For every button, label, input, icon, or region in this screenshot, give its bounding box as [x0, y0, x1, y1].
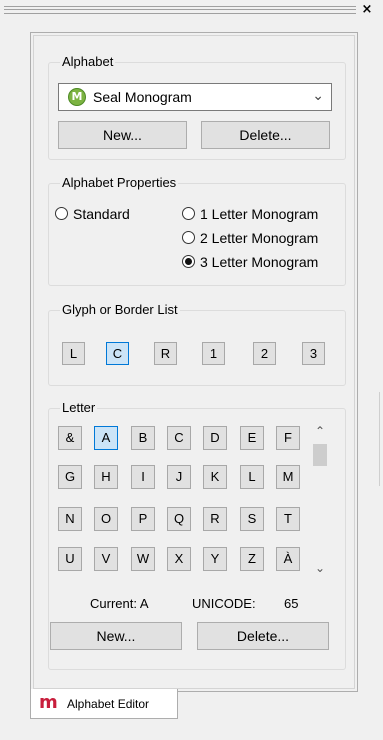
letter-key[interactable]: U: [58, 547, 82, 571]
panel-titlebar[interactable]: ×: [0, 0, 383, 20]
tab-label: Alphabet Editor: [67, 697, 150, 711]
letter-key[interactable]: Q: [167, 507, 191, 531]
letter-key[interactable]: À: [276, 547, 300, 571]
alphabet-selected-value: Seal Monogram: [93, 89, 192, 105]
letter-key[interactable]: V: [94, 547, 118, 571]
scroll-up-icon[interactable]: ⌃: [312, 425, 328, 439]
letter-key[interactable]: J: [167, 465, 191, 489]
monogram-logo-icon: M: [68, 88, 86, 106]
letter-key[interactable]: O: [94, 507, 118, 531]
glyph-button-2[interactable]: 2: [253, 342, 276, 365]
radio-circle[interactable]: [182, 207, 195, 220]
letter-key[interactable]: B: [131, 426, 155, 450]
letter-new-button[interactable]: New...: [50, 622, 182, 650]
alphabet-new-button[interactable]: New...: [58, 121, 187, 149]
letter-key[interactable]: P: [131, 507, 155, 531]
letter-key[interactable]: R: [203, 507, 227, 531]
letter-key[interactable]: Y: [203, 547, 227, 571]
letter-key[interactable]: M: [276, 465, 300, 489]
radio-label: 3 Letter Monogram: [200, 254, 319, 270]
letter-key[interactable]: D: [203, 426, 227, 450]
radio-label: 2 Letter Monogram: [200, 230, 319, 246]
letter-key[interactable]: I: [131, 465, 155, 489]
scrollbar-thumb[interactable]: [313, 444, 327, 466]
glyph-button-l[interactable]: L: [62, 342, 85, 365]
radio-label: Standard: [73, 206, 130, 222]
chevron-down-icon[interactable]: ⌄: [312, 87, 324, 104]
radio-circle[interactable]: [182, 231, 195, 244]
letter-delete-button[interactable]: Delete...: [197, 622, 329, 650]
glyph-button-3[interactable]: 3: [302, 342, 325, 365]
close-icon[interactable]: ×: [358, 2, 376, 18]
alphabet-legend: Alphabet: [60, 54, 116, 70]
radio-label: 1 Letter Monogram: [200, 206, 319, 222]
glyph-button-1[interactable]: 1: [202, 342, 225, 365]
letter-key[interactable]: L: [240, 465, 264, 489]
letter-key[interactable]: X: [167, 547, 191, 571]
scroll-down-icon[interactable]: ⌄: [312, 562, 328, 576]
letter-key[interactable]: N: [58, 507, 82, 531]
radio-circle[interactable]: [55, 207, 68, 220]
glyph-button-c[interactable]: C: [106, 342, 129, 365]
current-letter-readout: Current: A: [90, 596, 149, 611]
radio-circle[interactable]: [182, 255, 195, 268]
glyph-list-legend: Glyph or Border List: [60, 302, 180, 318]
letter-key[interactable]: T: [276, 507, 300, 531]
letter-key[interactable]: S: [240, 507, 264, 531]
letter-key[interactable]: F: [276, 426, 300, 450]
letter-key[interactable]: H: [94, 465, 118, 489]
m-logo-icon: m: [39, 692, 58, 713]
letter-key[interactable]: E: [240, 426, 264, 450]
letter-key[interactable]: &: [58, 426, 82, 450]
alphabet-select[interactable]: M Seal Monogram ⌄: [58, 83, 332, 111]
unicode-label: UNICODE:: [192, 596, 256, 611]
letter-key[interactable]: A: [94, 426, 118, 450]
letter-key[interactable]: C: [167, 426, 191, 450]
drag-grip[interactable]: [4, 6, 356, 14]
unicode-value: 65: [284, 596, 299, 611]
tab-alphabet-editor[interactable]: m Alphabet Editor: [30, 689, 178, 719]
letter-key[interactable]: Z: [240, 547, 264, 571]
letter-key[interactable]: K: [203, 465, 227, 489]
letter-key[interactable]: W: [131, 547, 155, 571]
letter-key[interactable]: G: [58, 465, 82, 489]
properties-legend: Alphabet Properties: [60, 175, 179, 191]
alphabet-delete-button[interactable]: Delete...: [201, 121, 330, 149]
glyph-button-r[interactable]: R: [154, 342, 177, 365]
letter-legend: Letter: [60, 400, 98, 416]
divider: [379, 392, 380, 486]
